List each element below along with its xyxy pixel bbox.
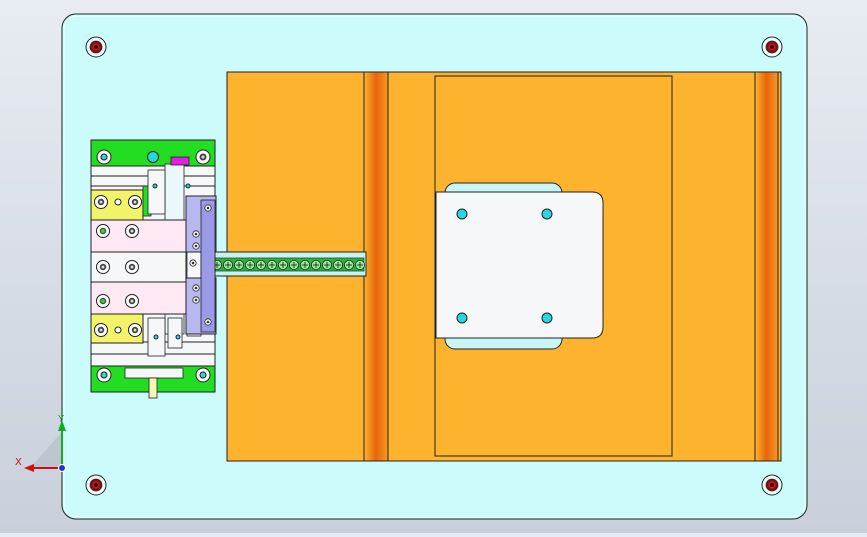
conveyor-part bbox=[332, 259, 343, 270]
top-plate[interactable] bbox=[435, 182, 604, 350]
conveyor-part bbox=[343, 259, 354, 270]
x-axis-label: X bbox=[15, 457, 22, 468]
bolt-icon bbox=[94, 195, 108, 209]
ejector-pin bbox=[148, 377, 158, 399]
coordinate-triad bbox=[24, 420, 66, 472]
plate-hole-icon bbox=[456, 208, 468, 220]
screw-icon bbox=[85, 36, 107, 58]
screw-icon bbox=[761, 36, 783, 58]
plate-hole-icon bbox=[541, 208, 553, 220]
y-axis-label: Y bbox=[58, 414, 65, 425]
hole-icon bbox=[147, 151, 159, 163]
hole-icon bbox=[199, 371, 207, 379]
conveyor-part bbox=[244, 259, 255, 270]
hole-icon bbox=[185, 183, 191, 189]
hole-icon bbox=[152, 183, 158, 189]
plate-hole-icon bbox=[456, 312, 468, 324]
bolt-icon bbox=[125, 224, 139, 238]
conveyor-part bbox=[277, 259, 288, 270]
hole-icon bbox=[114, 198, 122, 206]
small-screw-icon bbox=[189, 259, 197, 267]
magenta-tab bbox=[170, 156, 190, 166]
screw-icon bbox=[85, 474, 107, 496]
hole-icon bbox=[153, 334, 159, 340]
small-screw-icon bbox=[192, 242, 200, 250]
conveyor-part bbox=[266, 259, 277, 270]
plate-hole-icon bbox=[541, 312, 553, 324]
left-mechanism[interactable] bbox=[90, 139, 217, 399]
cad-model-view[interactable] bbox=[0, 0, 867, 533]
screw-icon bbox=[761, 474, 783, 496]
bolt-icon bbox=[195, 149, 211, 165]
hole-icon bbox=[100, 371, 108, 379]
left-rail bbox=[363, 71, 389, 462]
hole-icon bbox=[175, 334, 181, 340]
z-axis-dot-icon bbox=[58, 464, 66, 472]
bolt-icon bbox=[125, 294, 139, 308]
conveyor-part bbox=[233, 259, 244, 270]
bolt-icon bbox=[94, 323, 108, 337]
cad-graphics-viewport[interactable]: X Y bbox=[0, 0, 867, 533]
small-screw-icon bbox=[204, 318, 212, 326]
conveyor-part bbox=[288, 259, 299, 270]
small-screw-icon bbox=[192, 296, 200, 304]
right-rail bbox=[754, 71, 779, 462]
small-screw-icon bbox=[192, 230, 200, 238]
conveyor-part bbox=[321, 259, 332, 270]
conveyor-parts bbox=[200, 259, 365, 270]
small-screw-icon bbox=[204, 204, 212, 212]
conveyor-part bbox=[255, 259, 266, 270]
bolt-icon bbox=[125, 260, 139, 274]
bolt-icon bbox=[128, 323, 142, 337]
hole-icon bbox=[100, 153, 108, 161]
small-screw-icon bbox=[192, 284, 200, 292]
conveyor-part bbox=[222, 259, 233, 270]
bolt-icon bbox=[96, 260, 110, 274]
conveyor-part bbox=[299, 259, 310, 270]
conveyor-part bbox=[310, 259, 321, 270]
hole-icon bbox=[114, 326, 122, 334]
bolt-icon bbox=[128, 195, 142, 209]
conveyor-part bbox=[354, 259, 365, 270]
